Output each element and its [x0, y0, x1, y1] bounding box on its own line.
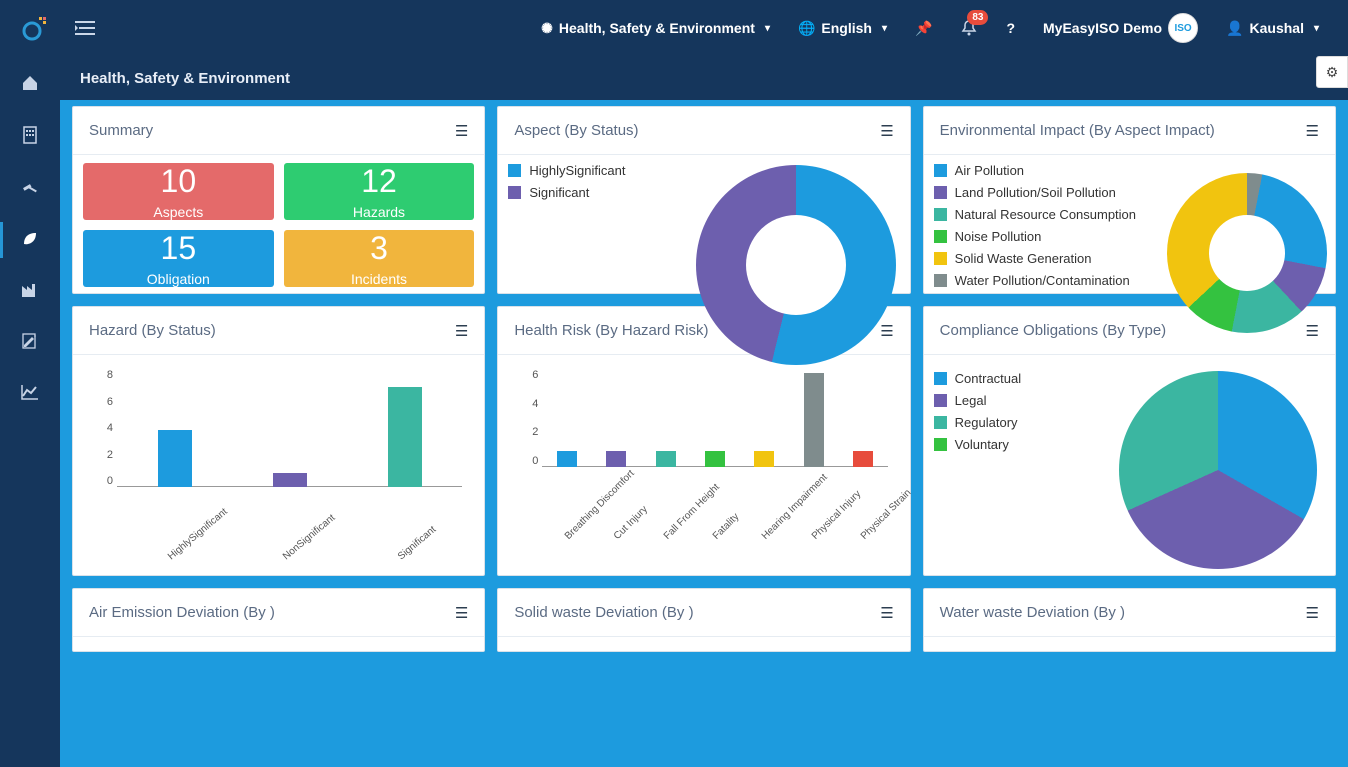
nav-home[interactable] — [21, 74, 39, 92]
nav-edit[interactable] — [21, 332, 39, 350]
legend-item: Significant — [508, 185, 625, 200]
gear-icon: ⚙ — [1326, 64, 1339, 81]
notif-badge: 83 — [967, 10, 988, 25]
panel-title: Aspect (By Status) — [514, 122, 638, 139]
legend-swatch — [508, 164, 521, 177]
gear-burst-icon: ✺ — [541, 20, 553, 37]
panel-title: Solid waste Deviation (By ) — [514, 604, 693, 621]
panel-summary: Summary ☰ 10Aspects12Hazards15Obligation… — [72, 106, 485, 294]
legend-item: Noise Pollution — [934, 229, 1136, 244]
demo-label[interactable]: MyEasyISO Demo ISO — [1029, 0, 1212, 56]
panel-hazard-status: Hazard (By Status) ☰ 02468 HighlySignifi… — [72, 306, 485, 576]
summary-tile[interactable]: 12Hazards — [284, 163, 475, 220]
topbar: ✺ Health, Safety & Environment 🌐 English… — [0, 0, 1348, 56]
legend-swatch — [508, 186, 521, 199]
panel-menu-button[interactable]: ☰ — [455, 604, 468, 622]
legend-item: Air Pollution — [934, 163, 1136, 178]
bar — [606, 451, 626, 467]
panel-title: Water waste Deviation (By ) — [940, 604, 1125, 621]
module-switcher[interactable]: ✺ Health, Safety & Environment — [527, 0, 784, 56]
app-logo — [15, 8, 55, 48]
bar — [557, 451, 577, 467]
pin-icon: 📌 — [915, 20, 932, 37]
legend-swatch — [934, 438, 947, 451]
bar — [754, 451, 774, 467]
legend-item: Solid Waste Generation — [934, 251, 1136, 266]
sidebar — [0, 56, 60, 767]
nav-chart[interactable] — [21, 384, 39, 400]
legend-swatch — [934, 252, 947, 265]
page-title: Health, Safety & Environment — [80, 70, 290, 87]
panel-menu-button[interactable]: ☰ — [455, 322, 468, 340]
panel-menu-button[interactable]: ☰ — [1306, 604, 1319, 622]
panel-compliance: Compliance Obligations (By Type) ☰ Contr… — [923, 306, 1336, 576]
panel-solid-waste: Solid waste Deviation (By ) ☰ — [497, 588, 910, 652]
panel-menu-button[interactable]: ☰ — [880, 604, 893, 622]
panel-title: Summary — [89, 122, 153, 139]
panel-menu-button[interactable]: ☰ — [455, 122, 468, 140]
nav-leaf[interactable] — [21, 230, 39, 248]
legend-swatch — [934, 372, 947, 385]
legend-item: Legal — [934, 393, 1021, 408]
bar — [853, 451, 873, 467]
legend-item: Land Pollution/Soil Pollution — [934, 185, 1136, 200]
bar — [273, 473, 307, 487]
page-settings-button[interactable]: ⚙ — [1316, 56, 1348, 88]
summary-tile[interactable]: 15Obligation — [83, 230, 274, 287]
legend-item: Contractual — [934, 371, 1021, 386]
panel-menu-button[interactable]: ☰ — [1306, 122, 1319, 140]
panel-water-waste: Water waste Deviation (By ) ☰ — [923, 588, 1336, 652]
language-switcher[interactable]: 🌐 English — [784, 0, 901, 56]
panel-menu-button[interactable]: ☰ — [880, 122, 893, 140]
sidebar-toggle[interactable] — [55, 0, 115, 56]
globe-icon: 🌐 — [798, 20, 815, 37]
legend-swatch — [934, 208, 947, 221]
legend-swatch — [934, 416, 947, 429]
breadcrumb: Health, Safety & Environment — [60, 56, 1348, 100]
bar — [158, 430, 192, 487]
bar — [705, 451, 725, 467]
summary-tile[interactable]: 10Aspects — [83, 163, 274, 220]
panel-title: Environmental Impact (By Aspect Impact) — [940, 122, 1215, 139]
legend-swatch — [934, 394, 947, 407]
nav-industry[interactable] — [21, 282, 39, 298]
nav-gavel[interactable] — [21, 178, 39, 196]
legend-swatch — [934, 186, 947, 199]
summary-tile[interactable]: 3Incidents — [284, 230, 475, 287]
legend-swatch — [934, 164, 947, 177]
panel-title: Air Emission Deviation (By ) — [89, 604, 275, 621]
bar — [804, 373, 824, 467]
legend-item: Natural Resource Consumption — [934, 207, 1136, 222]
panel-title: Compliance Obligations (By Type) — [940, 322, 1167, 339]
legend-item: HighlySignificant — [508, 163, 625, 178]
bar — [388, 387, 422, 487]
help-button[interactable]: ? — [992, 0, 1029, 56]
legend-swatch — [934, 230, 947, 243]
notifications-button[interactable]: 83 — [946, 0, 992, 56]
panel-env-impact: Environmental Impact (By Aspect Impact) … — [923, 106, 1336, 294]
panel-title: Health Risk (By Hazard Risk) — [514, 322, 708, 339]
question-icon: ? — [1006, 20, 1015, 36]
legend-item: Water Pollution/Contamination — [934, 273, 1136, 288]
panel-air-emission: Air Emission Deviation (By ) ☰ — [72, 588, 485, 652]
legend-item: Voluntary — [934, 437, 1021, 452]
panel-aspect-status: Aspect (By Status) ☰ HighlySignificant Si… — [497, 106, 910, 294]
pin-button[interactable]: 📌 — [901, 0, 946, 56]
brand-avatar: ISO — [1168, 13, 1198, 43]
nav-building[interactable] — [22, 126, 38, 144]
user-icon: 👤 — [1226, 20, 1243, 37]
legend-item: Regulatory — [934, 415, 1021, 430]
legend-swatch — [934, 274, 947, 287]
panel-title: Hazard (By Status) — [89, 322, 216, 339]
bar — [656, 451, 676, 467]
user-menu[interactable]: 👤 Kaushal — [1212, 0, 1333, 56]
dashboard-content: Summary ☰ 10Aspects12Hazards15Obligation… — [60, 100, 1348, 767]
